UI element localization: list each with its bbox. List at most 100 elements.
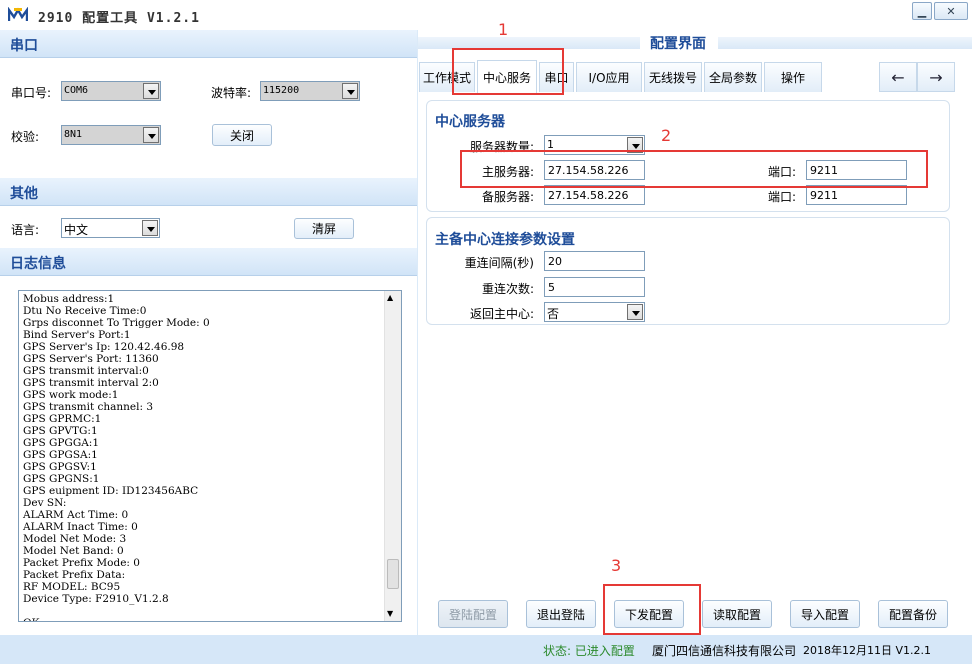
return-main-select[interactable]: 否 (544, 302, 645, 322)
backup-server-label: 备服务器: (481, 190, 534, 204)
log-line: ALARM Act Time: 0 (23, 509, 129, 521)
tab-operation[interactable]: 操作 (764, 62, 822, 92)
chevron-down-icon (627, 304, 643, 320)
annotation-number-1: 1 (498, 20, 509, 39)
log-line: Model Net Mode: 3 (23, 533, 127, 545)
log-line: Model Net Band: 0 (23, 545, 124, 557)
log-line: GPS GPGSA:1 (23, 449, 98, 461)
chevron-down-icon (342, 83, 358, 99)
log-section-header: 日志信息 (0, 248, 417, 276)
log-line: GPS GPGNS:1 (23, 473, 100, 485)
log-line: GPS GPRMC:1 (23, 413, 102, 425)
import-config-button[interactable]: 导入配置 (790, 600, 860, 628)
reconnect-count-input[interactable]: 5 (544, 277, 645, 297)
baud-select[interactable]: 115200 (260, 81, 360, 101)
log-line: Mobus address:1 (23, 293, 115, 305)
app-title: 2910 配置工具 V1.2.1 (38, 11, 200, 26)
center-server-title: 中心服务器 (435, 114, 505, 130)
status-date: 2018年12月11日 (803, 644, 892, 657)
status-date-version: 2018年12月11日 V1.2.1 (803, 642, 931, 658)
port-select[interactable]: COM6 (61, 81, 161, 101)
other-section-header: 其他 (0, 178, 417, 206)
reconnect-count-value: 5 (548, 281, 555, 294)
parity-label: 校验: (11, 130, 40, 144)
backup-config-button[interactable]: 配置备份 (878, 600, 948, 628)
annotation-box-2 (460, 150, 928, 188)
close-port-button[interactable]: 关闭 (212, 124, 272, 146)
tab-global-params[interactable]: 全局参数 (704, 62, 762, 92)
log-section-title: 日志信息 (10, 256, 66, 272)
log-scrollbar[interactable]: ▲ ▼ (384, 291, 401, 621)
log-scroll-thumb[interactable] (387, 559, 399, 589)
log-line: GPS GPVTG:1 (23, 425, 98, 437)
status-state: 状态: 已进入配置 (543, 644, 635, 658)
clear-screen-button[interactable]: 清屏 (294, 218, 354, 239)
log-line: Grps disconnet To Trigger Mode: 0 (23, 317, 210, 329)
backup-server-value: 27.154.58.226 (548, 189, 629, 202)
tab-wireless-dial[interactable]: 无线拨号 (644, 62, 702, 92)
log-line: GPS GPGSV:1 (23, 461, 97, 473)
close-window-button[interactable]: ✕ (934, 2, 968, 20)
log-line: GPS transmit interval:0 (23, 365, 149, 377)
config-title: 配置界面 (650, 36, 706, 52)
port-label: 串口号: (11, 86, 52, 100)
reconnect-count-label: 重连次数: (481, 282, 534, 296)
arrow-left-icon: ← (891, 67, 905, 87)
reconnect-interval-value: 20 (548, 255, 562, 268)
log-textarea[interactable]: Mobus address:1 Dtu No Receive Time:0 Grps… (18, 290, 402, 622)
backup-server-input[interactable]: 27.154.58.226 (544, 185, 645, 205)
chevron-down-icon (142, 220, 158, 236)
read-config-button[interactable]: 读取配置 (702, 600, 772, 628)
log-line: Device Type: F2910_V1.2.8 (23, 593, 169, 605)
serial-section-title: 串口 (10, 38, 38, 54)
tab-next-button[interactable]: → (917, 62, 955, 92)
title-deco-right (718, 37, 972, 49)
annotation-number-3: 3 (611, 556, 622, 575)
log-line: GPS Server's Port: 11360 (23, 353, 159, 365)
serial-section-header: 串口 (0, 30, 417, 58)
log-content: Mobus address:1 Dtu No Receive Time:0 Grps… (23, 293, 383, 621)
annotation-box-1 (452, 48, 564, 95)
language-select[interactable]: 中文 (61, 218, 160, 238)
baud-value: 115200 (263, 85, 300, 96)
log-line: Bind Server's Port:1 (23, 329, 131, 341)
login-config-button[interactable]: 登陆配置 (438, 600, 508, 628)
parity-select[interactable]: 8N1 (61, 125, 161, 145)
tab-io[interactable]: I/O应用 (576, 62, 642, 92)
other-section-title: 其他 (10, 186, 38, 202)
log-line: GPS transmit interval 2:0 (23, 377, 159, 389)
baud-label: 波特率: (211, 86, 252, 100)
minimize-button[interactable]: ▁ (912, 2, 932, 20)
app-logo-icon (8, 7, 28, 23)
chevron-down-icon (143, 83, 159, 99)
reconnect-interval-input[interactable]: 20 (544, 251, 645, 271)
chevron-down-icon (143, 127, 159, 143)
annotation-box-3 (603, 584, 701, 635)
serial-section-body (0, 58, 417, 178)
log-line: Packet Prefix Mode: 0 (23, 557, 140, 569)
tab-prev-button[interactable]: ← (879, 62, 917, 92)
language-value: 中文 (64, 223, 89, 237)
close-icon: ✕ (946, 4, 956, 18)
log-line: GPS transmit channel: 3 (23, 401, 154, 413)
return-main-label: 返回主中心: (469, 307, 534, 321)
log-line: ALARM Inact Time: 0 (23, 521, 138, 533)
log-line: Dev SN: (23, 497, 67, 509)
backup-port-value: 9211 (810, 189, 838, 202)
scroll-down-icon[interactable]: ▼ (387, 609, 393, 618)
status-version: V1.2.1 (895, 644, 932, 657)
log-line: RF MODEL: BC95 (23, 581, 121, 593)
status-company: 厦门四信通信科技有限公司 (652, 644, 797, 658)
backup-port-input[interactable]: 9211 (806, 185, 907, 205)
log-line: Packet Prefix Data: (23, 569, 126, 581)
scroll-up-icon[interactable]: ▲ (387, 293, 393, 302)
language-label: 语言: (11, 223, 40, 237)
logout-button[interactable]: 退出登陆 (526, 600, 596, 628)
backup-port-label: 端口: (767, 190, 796, 204)
port-value: COM6 (64, 85, 89, 96)
log-line: GPS work mode:1 (23, 389, 119, 401)
log-line: GPS Server's Ip: 120.42.46.98 (23, 341, 185, 353)
log-line: Dtu No Receive Time:0 (23, 305, 147, 317)
parity-value: 8N1 (64, 129, 83, 140)
